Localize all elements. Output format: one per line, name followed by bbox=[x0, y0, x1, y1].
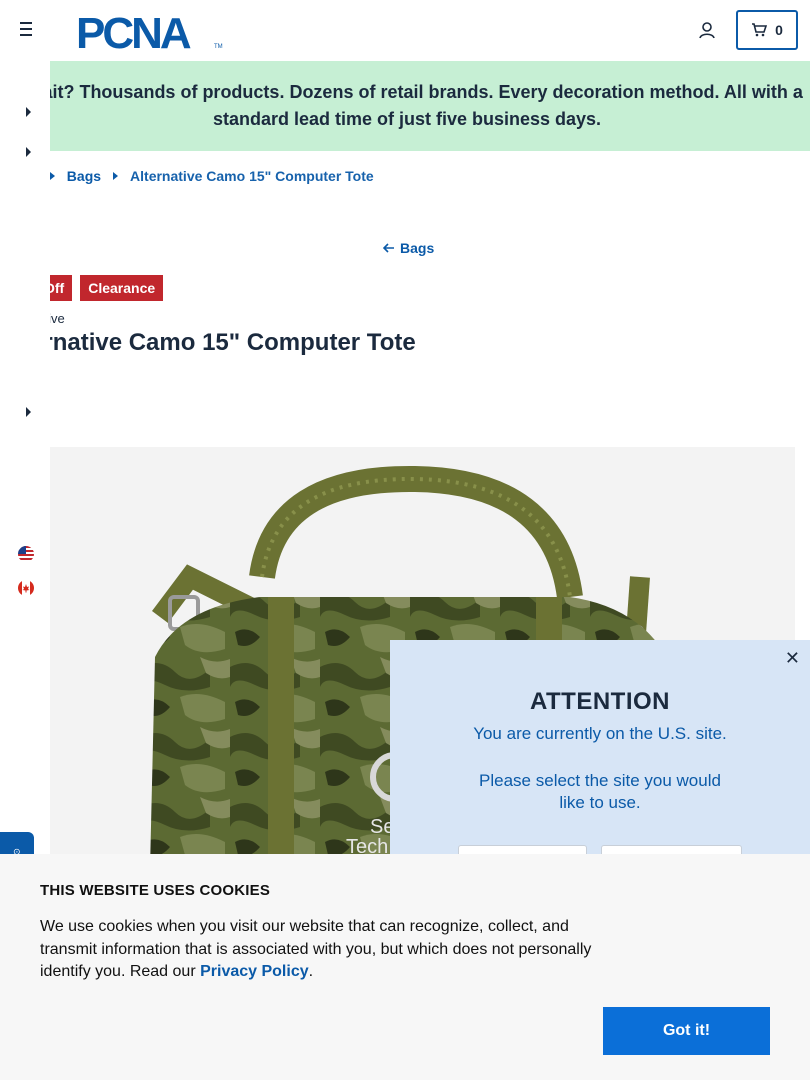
pcna-logo[interactable]: PCNA TM bbox=[74, 9, 224, 51]
site-select-modal: ✕ ATTENTION You are currently on the U.S… bbox=[390, 640, 810, 885]
privacy-policy-link[interactable]: Privacy Policy bbox=[200, 963, 309, 980]
modal-subtitle: You are currently on the U.S. site. bbox=[473, 724, 727, 743]
cookie-text: We use cookies when you visit our websit… bbox=[40, 916, 610, 984]
cart-count: 0 bbox=[775, 22, 783, 38]
modal-question: Please select the site you would like to… bbox=[479, 771, 721, 812]
cookie-period: . bbox=[308, 963, 314, 980]
modal-title: ATTENTION bbox=[529, 688, 671, 715]
user-icon[interactable] bbox=[698, 21, 716, 39]
cart-icon bbox=[752, 23, 768, 37]
breadcrumb-bags[interactable]: Bags bbox=[67, 168, 101, 184]
close-icon[interactable]: ✕ bbox=[785, 648, 800, 669]
arrow-left-icon bbox=[383, 243, 394, 253]
svg-text:PCNA: PCNA bbox=[76, 9, 191, 51]
site-header: PCNA TM 0 bbox=[0, 0, 810, 61]
back-link-label: Bags bbox=[400, 240, 435, 256]
cookie-banner: THIS WEBSITE USES COOKIES We use cookies… bbox=[0, 854, 810, 1080]
back-to-bags-link[interactable]: Bags bbox=[383, 240, 434, 256]
caret-right-icon[interactable] bbox=[26, 147, 31, 157]
promo-text: y Wait? Thousands of products. Dozens of… bbox=[11, 82, 803, 129]
cart-button[interactable]: 0 bbox=[736, 10, 798, 50]
clearance-badge: Clearance bbox=[80, 275, 164, 301]
caret-right-icon[interactable] bbox=[26, 407, 31, 417]
promo-banner: y Wait? Thousands of products. Dozens of… bbox=[0, 61, 810, 151]
caret-right-icon[interactable] bbox=[26, 107, 31, 117]
chevron-right-icon bbox=[49, 172, 55, 180]
breadcrumb: e Bags Alternative Camo 15" Computer Tot… bbox=[30, 168, 374, 184]
hamburger-icon[interactable] bbox=[20, 22, 36, 38]
cookie-title: THIS WEBSITE USES COOKIES bbox=[40, 882, 271, 899]
svg-text:TM: TM bbox=[214, 44, 223, 50]
page: PCNA TM 0 y Wait? Thousands of products.… bbox=[0, 0, 810, 1080]
us-flag-icon[interactable] bbox=[18, 546, 34, 562]
breadcrumb-current: Alternative Camo 15" Computer Tote bbox=[130, 168, 374, 184]
chevron-right-icon bbox=[113, 172, 119, 180]
canada-flag-icon[interactable] bbox=[18, 580, 34, 596]
product-title: ernative Camo 15" Computer Tote bbox=[30, 329, 416, 356]
cookie-body: We use cookies when you visit our websit… bbox=[40, 918, 592, 980]
got-it-button[interactable]: Got it! bbox=[603, 1007, 770, 1055]
